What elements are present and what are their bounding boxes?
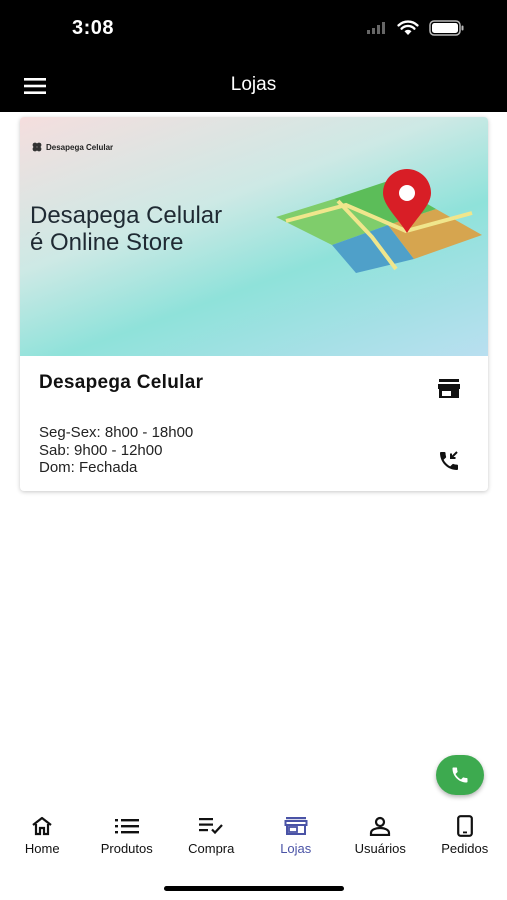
list-icon bbox=[114, 815, 139, 837]
store-card[interactable]: Desapega Celular Desapega Celular é Onli… bbox=[20, 117, 488, 491]
page-title: Lojas bbox=[230, 74, 277, 95]
home-icon bbox=[31, 815, 53, 837]
storefront-icon[interactable] bbox=[437, 378, 461, 400]
store-icon bbox=[284, 815, 308, 837]
banner-headline-line1: Desapega Celular bbox=[30, 202, 223, 229]
store-name: Desapega Celular bbox=[39, 372, 204, 393]
banner-headline: Desapega Celular é Online Store bbox=[30, 202, 222, 256]
phone-device-icon bbox=[456, 815, 473, 837]
nav-item-compra[interactable]: Compra bbox=[169, 815, 253, 870]
nav-item-produtos[interactable]: Produtos bbox=[85, 815, 169, 870]
banner-brand-text: Desapega Celular bbox=[46, 142, 114, 152]
nav-label-compra: Compra bbox=[188, 841, 235, 856]
bottom-nav: Home Produtos Compra Lojas Usuários Pedi… bbox=[0, 815, 507, 870]
nav-label-usuarios: Usuários bbox=[354, 841, 406, 856]
status-bar: 3:08 bbox=[0, 0, 507, 60]
nav-item-lojas[interactable]: Lojas bbox=[254, 815, 338, 870]
brand-logo-icon bbox=[32, 142, 42, 152]
nav-item-home[interactable]: Home bbox=[0, 815, 84, 870]
battery-icon bbox=[429, 20, 464, 36]
banner-headline-line2: é Online Store bbox=[30, 229, 184, 256]
nav-item-usuarios[interactable]: Usuários bbox=[338, 815, 422, 870]
hours-sunday: Dom: Fechada bbox=[39, 459, 138, 476]
hours-weekdays: Seg-Sex: 8h00 - 18h00 bbox=[39, 424, 194, 441]
store-hours: Seg-Sex: 8h00 - 18h00 Sab: 9h00 - 12h00 … bbox=[39, 424, 193, 477]
phone-icon bbox=[452, 767, 468, 783]
status-icons bbox=[367, 20, 465, 36]
home-indicator bbox=[164, 886, 344, 891]
hours-saturday: Sab: 9h00 - 12h00 bbox=[39, 441, 163, 459]
banner-brand: Desapega Celular bbox=[32, 142, 113, 152]
signal-icon bbox=[367, 22, 385, 34]
status-time: 3:08 bbox=[72, 17, 115, 39]
phone-callback-icon[interactable] bbox=[437, 449, 461, 473]
app-bar: Lojas bbox=[0, 60, 507, 112]
wifi-icon bbox=[397, 20, 419, 35]
checklist-icon bbox=[199, 815, 224, 837]
user-icon bbox=[369, 815, 391, 837]
store-banner-image: Desapega Celular Desapega Celular é Onli… bbox=[20, 117, 488, 356]
nav-label-pedidos: Pedidos bbox=[441, 841, 489, 856]
nav-label-produtos: Produtos bbox=[100, 841, 153, 856]
nav-label-lojas: Lojas bbox=[280, 841, 312, 856]
call-fab-button[interactable] bbox=[436, 755, 484, 795]
nav-label-home: Home bbox=[24, 841, 60, 856]
map-pin-illustration bbox=[276, 169, 482, 273]
nav-item-pedidos[interactable]: Pedidos bbox=[423, 815, 507, 870]
